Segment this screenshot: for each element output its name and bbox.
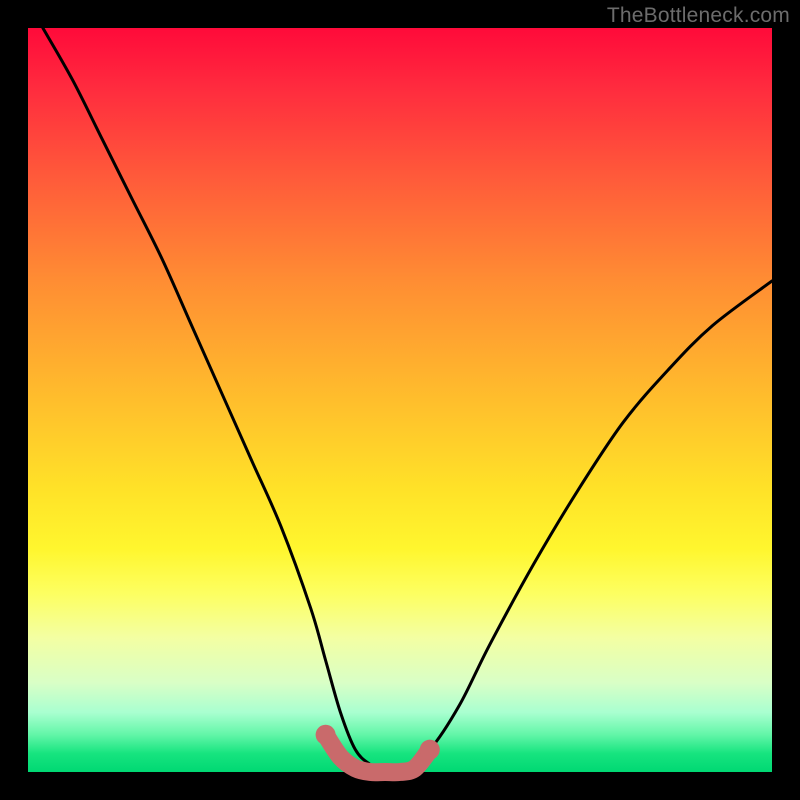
chart-svg: [28, 28, 772, 772]
watermark-text: TheBottleneck.com: [607, 4, 790, 28]
salmon-trough-endpoint: [316, 725, 336, 745]
salmon-trough-endpoint: [420, 740, 440, 760]
salmon-trough-path: [326, 735, 430, 772]
chart-area: [28, 28, 772, 772]
bottleneck-curve-path: [43, 28, 772, 774]
